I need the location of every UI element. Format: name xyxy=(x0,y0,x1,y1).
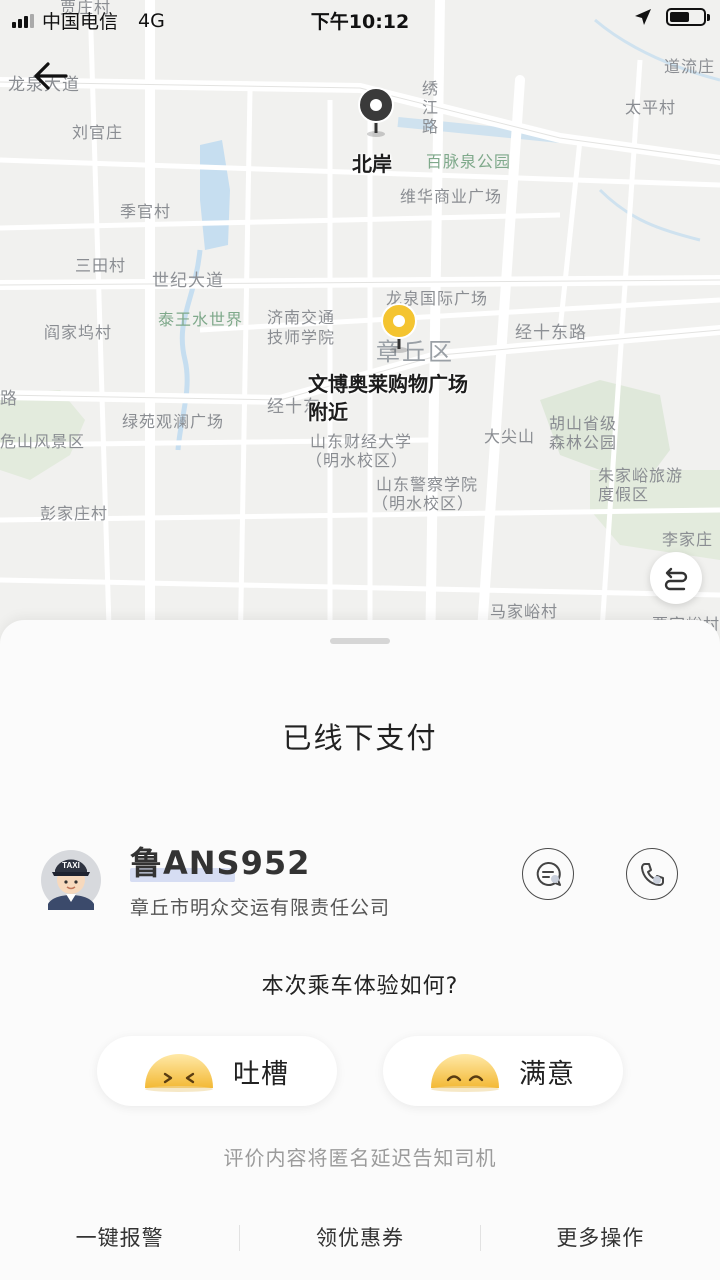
coupon-button[interactable]: 领优惠券 xyxy=(240,1218,479,1258)
map-label: 度假区 xyxy=(598,485,650,504)
message-driver-button[interactable] xyxy=(522,848,574,900)
map-label: 路 xyxy=(0,389,18,409)
map-label: 泰王水世界 xyxy=(158,310,244,329)
driver-company: 章丘市明众交运有限责任公司 xyxy=(130,897,391,919)
satisfied-label: 满意 xyxy=(519,1058,575,1090)
origin-label: 北岸 xyxy=(352,152,392,176)
map-label: 彭家庄村 xyxy=(40,504,109,523)
complain-button[interactable]: 吐槽 xyxy=(97,1036,337,1106)
map-label: 马家峪村 xyxy=(490,602,559,621)
call-driver-button[interactable] xyxy=(626,848,678,900)
destination-pin-icon[interactable] xyxy=(378,302,420,354)
map-view[interactable]: 贾庄村 龙泉大道 刘官庄 季官村 三田村 世纪大道 阎家坞村 泰王水世界 济南交… xyxy=(0,0,720,660)
sheet-drag-handle[interactable] xyxy=(330,638,390,644)
map-label: 道流庄 xyxy=(664,57,716,76)
map-label: 绿苑观澜广场 xyxy=(122,412,225,431)
map-label: 百脉泉公园 xyxy=(426,152,512,171)
map-label: （明水校区） xyxy=(372,494,475,513)
more-actions-button[interactable]: 更多操作 xyxy=(481,1218,720,1258)
phone-icon xyxy=(641,863,664,886)
map-label: 路 xyxy=(422,117,440,136)
driver-avatar: TAXI xyxy=(41,850,101,910)
map-label: 刘官庄 xyxy=(72,123,124,142)
avatar-cap-text: TAXI xyxy=(62,861,80,870)
anonymous-note: 评价内容将匿名延迟告知司机 xyxy=(223,1146,497,1170)
map-label: 阎家坞村 xyxy=(44,323,113,342)
map-label: 经十东路 xyxy=(515,323,587,343)
map-label: 技师学院 xyxy=(267,328,336,347)
back-arrow-icon xyxy=(34,62,68,90)
map-label: 李家庄 xyxy=(662,530,714,549)
map-label: 森林公园 xyxy=(549,433,618,452)
map-label: 三田村 xyxy=(75,256,127,275)
sos-button[interactable]: 一键报警 xyxy=(0,1218,239,1258)
payment-status: 已线下支付 xyxy=(282,721,438,755)
trip-summary-sheet: 已线下支付 TAXI 鲁ANS952 章丘市明众交运有限责任公司 本次乘车体验如… xyxy=(0,620,720,1280)
destination-label: 文博奥莱购物广场 附近 xyxy=(308,370,468,426)
origin-pin-icon[interactable] xyxy=(355,86,397,138)
route-switch-icon xyxy=(664,567,688,591)
map-label: 太平村 xyxy=(625,98,677,117)
chat-icon xyxy=(536,861,561,886)
status-time: 下午10:12 xyxy=(310,11,410,33)
complain-label: 吐槽 xyxy=(233,1058,289,1090)
map-label: 维华商业广场 xyxy=(400,187,503,206)
map-label: 危山风景区 xyxy=(0,432,86,451)
license-plate: 鲁ANS952 xyxy=(130,844,311,882)
status-bar: 中国电信 4G 下午10:12 xyxy=(0,0,720,38)
map-label: （明水校区） xyxy=(306,451,409,470)
happy-face-icon xyxy=(431,1054,499,1092)
map-label: 世纪大道 xyxy=(152,271,224,291)
destination-label-line: 附近 xyxy=(308,400,348,424)
battery-icon xyxy=(666,8,710,26)
map-label: 季官村 xyxy=(120,202,172,221)
unhappy-face-icon xyxy=(145,1054,213,1092)
destination-label-line: 文博奥莱购物广场 xyxy=(308,372,468,396)
route-toggle-button[interactable] xyxy=(650,552,702,604)
bottom-action-bar: 一键报警 领优惠券 更多操作 xyxy=(0,1218,720,1258)
satisfied-button[interactable]: 满意 xyxy=(383,1036,623,1106)
location-arrow-icon xyxy=(635,9,651,25)
back-button[interactable] xyxy=(30,56,74,96)
map-label: 大尖山 xyxy=(484,427,536,446)
rating-question: 本次乘车体验如何? xyxy=(261,974,459,999)
